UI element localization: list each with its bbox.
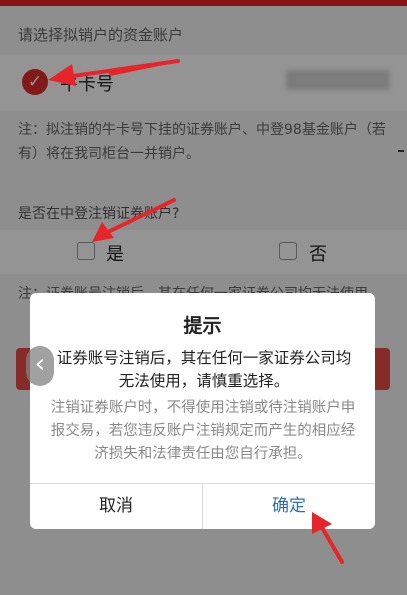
dialog-sub-message: 注销证券账户时，不得使用注销或待注销账户申报交易，若您违反账户注销规定而产生的相… xyxy=(50,400,356,462)
chevron-left-icon[interactable]: ‹ xyxy=(26,346,54,386)
cancel-button[interactable]: 取消 xyxy=(30,484,202,529)
dialog-main-message: 证券账号注销后，其在任何一家证券公司均无法使用，请慎重选择。 xyxy=(56,349,352,390)
dialog-title: 提示 xyxy=(183,315,222,337)
confirm-button[interactable]: 确定 xyxy=(203,484,375,529)
alert-dialog: 提示 证券账号注销后，其在任何一家证券公司均无法使用，请慎重选择。 注销证券账户… xyxy=(30,293,375,529)
